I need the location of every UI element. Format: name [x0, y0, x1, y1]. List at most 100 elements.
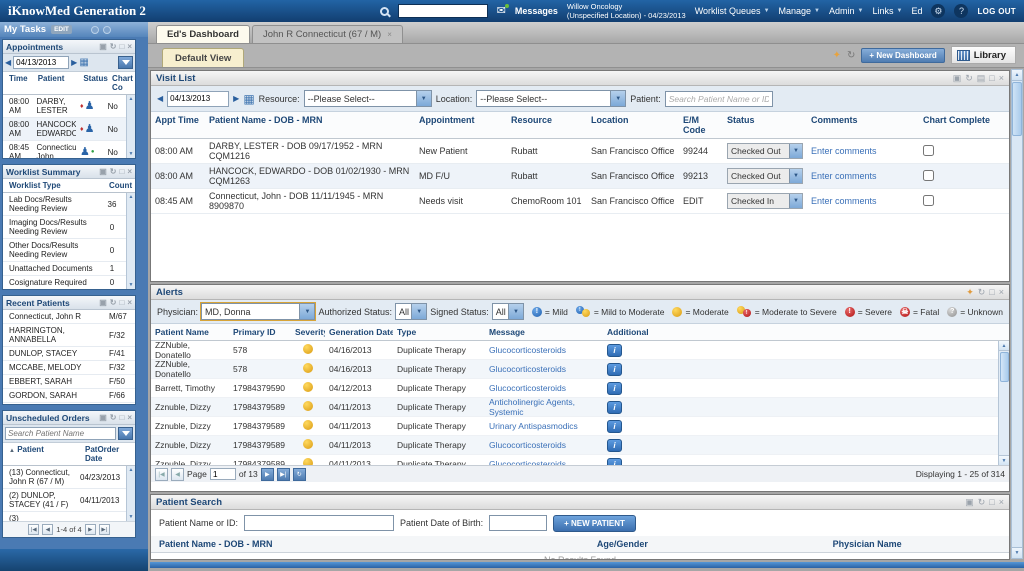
unscheduled-order-row[interactable]: (3) HARRINGTON, ANNABELLA (32 / F)04/11/…	[3, 512, 126, 521]
close-icon[interactable]: ×	[127, 298, 132, 307]
maximize-icon[interactable]: □	[119, 298, 124, 307]
refresh-icon[interactable]: ↻	[978, 497, 986, 508]
scroll-up-icon[interactable]: ▲	[1012, 70, 1022, 81]
worklist-row[interactable]: Unattached Documents 1	[3, 262, 126, 276]
alert-message-link[interactable]: Glucocorticosteroids	[485, 383, 603, 393]
calendar-icon[interactable]: ▦	[79, 57, 88, 68]
alert-row[interactable]: Barrett, Timothy 17984379590 04/12/2013 Du…	[151, 379, 998, 398]
detach-icon[interactable]: ▣	[965, 497, 974, 508]
recent-patient-row[interactable]: EBBERT, SARAH F/50	[3, 375, 135, 389]
col-chart[interactable]: Chart Co	[108, 74, 133, 92]
col-additional-info[interactable]: Additional I...	[603, 327, 649, 337]
recent-patient-row[interactable]: Connecticut, John R M/67	[3, 310, 135, 324]
unscheduled-search-input[interactable]	[5, 427, 116, 440]
messages-icon[interactable]: ✉	[497, 3, 510, 17]
col-time[interactable]: Time	[5, 74, 34, 92]
authorized-status-select[interactable]: All ▼	[395, 303, 428, 320]
next-page-button[interactable]: ▶	[260, 467, 274, 481]
resource-select[interactable]: --Please Select-- ▼	[303, 90, 432, 107]
detach-icon[interactable]: ▣	[953, 73, 962, 84]
dob-input[interactable]	[489, 515, 548, 531]
prev-day-button[interactable]: ◀	[5, 58, 11, 67]
info-button[interactable]: i	[607, 381, 622, 395]
col-status[interactable]: Status	[723, 115, 807, 135]
print-icon[interactable]: ▤	[977, 73, 986, 84]
maximize-icon[interactable]: □	[989, 497, 994, 508]
menu-manage[interactable]: Manage ▼	[779, 6, 820, 16]
col-resource[interactable]: Resource	[507, 115, 587, 135]
col-patient[interactable]: Patient	[34, 74, 80, 92]
alert-row[interactable]: Zznuble, Dizzy 17984379589 04/11/2013 Dupl…	[151, 436, 998, 455]
detach-icon[interactable]: ▣	[99, 413, 107, 422]
calendar-icon[interactable]: ▦	[243, 93, 254, 105]
scrollbar[interactable]: ▲ ▼	[998, 341, 1009, 465]
alert-row[interactable]: Zznuble, Dizzy 17984379589 04/11/2013 Dupl…	[151, 455, 998, 465]
status-select[interactable]: Checked Out ▼	[727, 143, 803, 159]
maximize-icon[interactable]: □	[119, 413, 124, 422]
refresh-icon[interactable]: ↻	[978, 287, 986, 298]
chart-complete-checkbox[interactable]	[923, 144, 934, 156]
col-primary-id[interactable]: Primary ID	[229, 327, 291, 337]
help-icon[interactable]: ?	[954, 4, 969, 18]
menu-links[interactable]: Links ▼	[872, 6, 902, 16]
status-select[interactable]: Checked Out ▼	[727, 168, 803, 184]
close-icon[interactable]: ×	[999, 287, 1004, 298]
enter-comments-link[interactable]: Enter comments	[811, 146, 877, 156]
library-button[interactable]: Library	[950, 46, 1016, 64]
appointment-row[interactable]: 08:00 AM DARBY, LESTER ♦ ♟ No	[3, 95, 126, 118]
appointments-date-input[interactable]	[13, 56, 70, 69]
recent-patient-row[interactable]: MCCABE, MELODY F/32	[3, 361, 135, 375]
new-dashboard-button[interactable]: + New Dashboard	[861, 47, 945, 63]
refresh-icon[interactable]: ↻	[110, 167, 117, 176]
recent-patient-row[interactable]: zzPatient, TestF/48	[3, 403, 135, 404]
last-page-button[interactable]: ▶|	[98, 524, 110, 535]
chart-complete-checkbox[interactable]	[923, 169, 934, 181]
col-patient-name[interactable]: Patient Name	[151, 327, 229, 337]
col-generation-date[interactable]: Generation Date ▼	[325, 327, 393, 337]
alert-row[interactable]: ZZNuble, Donatello 578 04/16/2013 Duplicat…	[151, 341, 998, 360]
tab-patient-connecticut[interactable]: John R Connecticut (67 / M) ×	[251, 25, 403, 43]
global-search-input[interactable]	[397, 4, 488, 18]
favorite-icon[interactable]: ✦	[833, 50, 841, 61]
refresh-icon[interactable]: ↻	[110, 298, 117, 307]
maximize-icon[interactable]: □	[119, 42, 124, 51]
scrollbar-thumb[interactable]	[1012, 82, 1022, 136]
close-icon[interactable]: ×	[127, 167, 132, 176]
patient-name-input[interactable]	[244, 515, 395, 531]
page-input[interactable]	[209, 468, 236, 480]
prev-page-button[interactable]: ◀	[171, 467, 184, 481]
prev-day-button[interactable]: ◀	[157, 94, 163, 103]
worklist-row[interactable]: Other Docs/Results Needing Review 0	[3, 239, 126, 262]
visit-patient-search-input[interactable]	[664, 90, 773, 107]
tab-eds-dashboard[interactable]: Ed's Dashboard	[156, 25, 250, 43]
col-appt-time[interactable]: Appt Time	[151, 115, 205, 135]
col-status[interactable]: Status	[79, 74, 108, 92]
prev-page-button[interactable]: ◀	[42, 524, 54, 535]
col-age-gender[interactable]: Age/Gender	[597, 539, 833, 549]
info-button[interactable]: i	[607, 343, 622, 357]
next-page-button[interactable]: ▶	[84, 524, 96, 535]
detach-icon[interactable]: ▣	[99, 42, 107, 51]
alert-row[interactable]: Zznuble, Dizzy 17984379589 04/11/2013 Dupl…	[151, 417, 998, 436]
worklist-row[interactable]: Imaging Docs/Results Needing Review 0	[3, 216, 126, 239]
col-patient[interactable]: Patient Name - DOB - MRN	[205, 115, 415, 135]
alert-message-link[interactable]: Glucocorticosteroids	[485, 364, 603, 374]
user-menu[interactable]: Ed	[911, 6, 922, 16]
refresh-icon[interactable]: ↻	[110, 42, 117, 51]
visit-row[interactable]: 08:00 AM DARBY, LESTER - DOB 09/17/1952 …	[151, 139, 1009, 164]
maximize-icon[interactable]: □	[119, 167, 124, 176]
location-select[interactable]: --Please Select-- ▼	[476, 90, 627, 107]
col-location[interactable]: Location	[587, 115, 679, 135]
alert-message-link[interactable]: Anticholinergic Agents, Systemic	[485, 397, 603, 417]
refresh-icon[interactable]: ↻	[110, 413, 117, 422]
pin-icon[interactable]: ✦	[966, 287, 974, 298]
refresh-icon[interactable]: ↻	[292, 467, 306, 481]
info-button[interactable]: i	[607, 362, 622, 376]
refresh-icon[interactable]: ↻	[847, 50, 855, 61]
recent-patient-row[interactable]: GORDON, SARAH F/66	[3, 389, 135, 403]
close-icon[interactable]: ×	[999, 73, 1004, 84]
maximize-icon[interactable]: □	[989, 73, 994, 84]
col-count[interactable]: Count	[105, 181, 133, 190]
maximize-icon[interactable]: □	[989, 287, 994, 298]
worklist-row[interactable]: Cosignature Required 0	[3, 276, 126, 289]
